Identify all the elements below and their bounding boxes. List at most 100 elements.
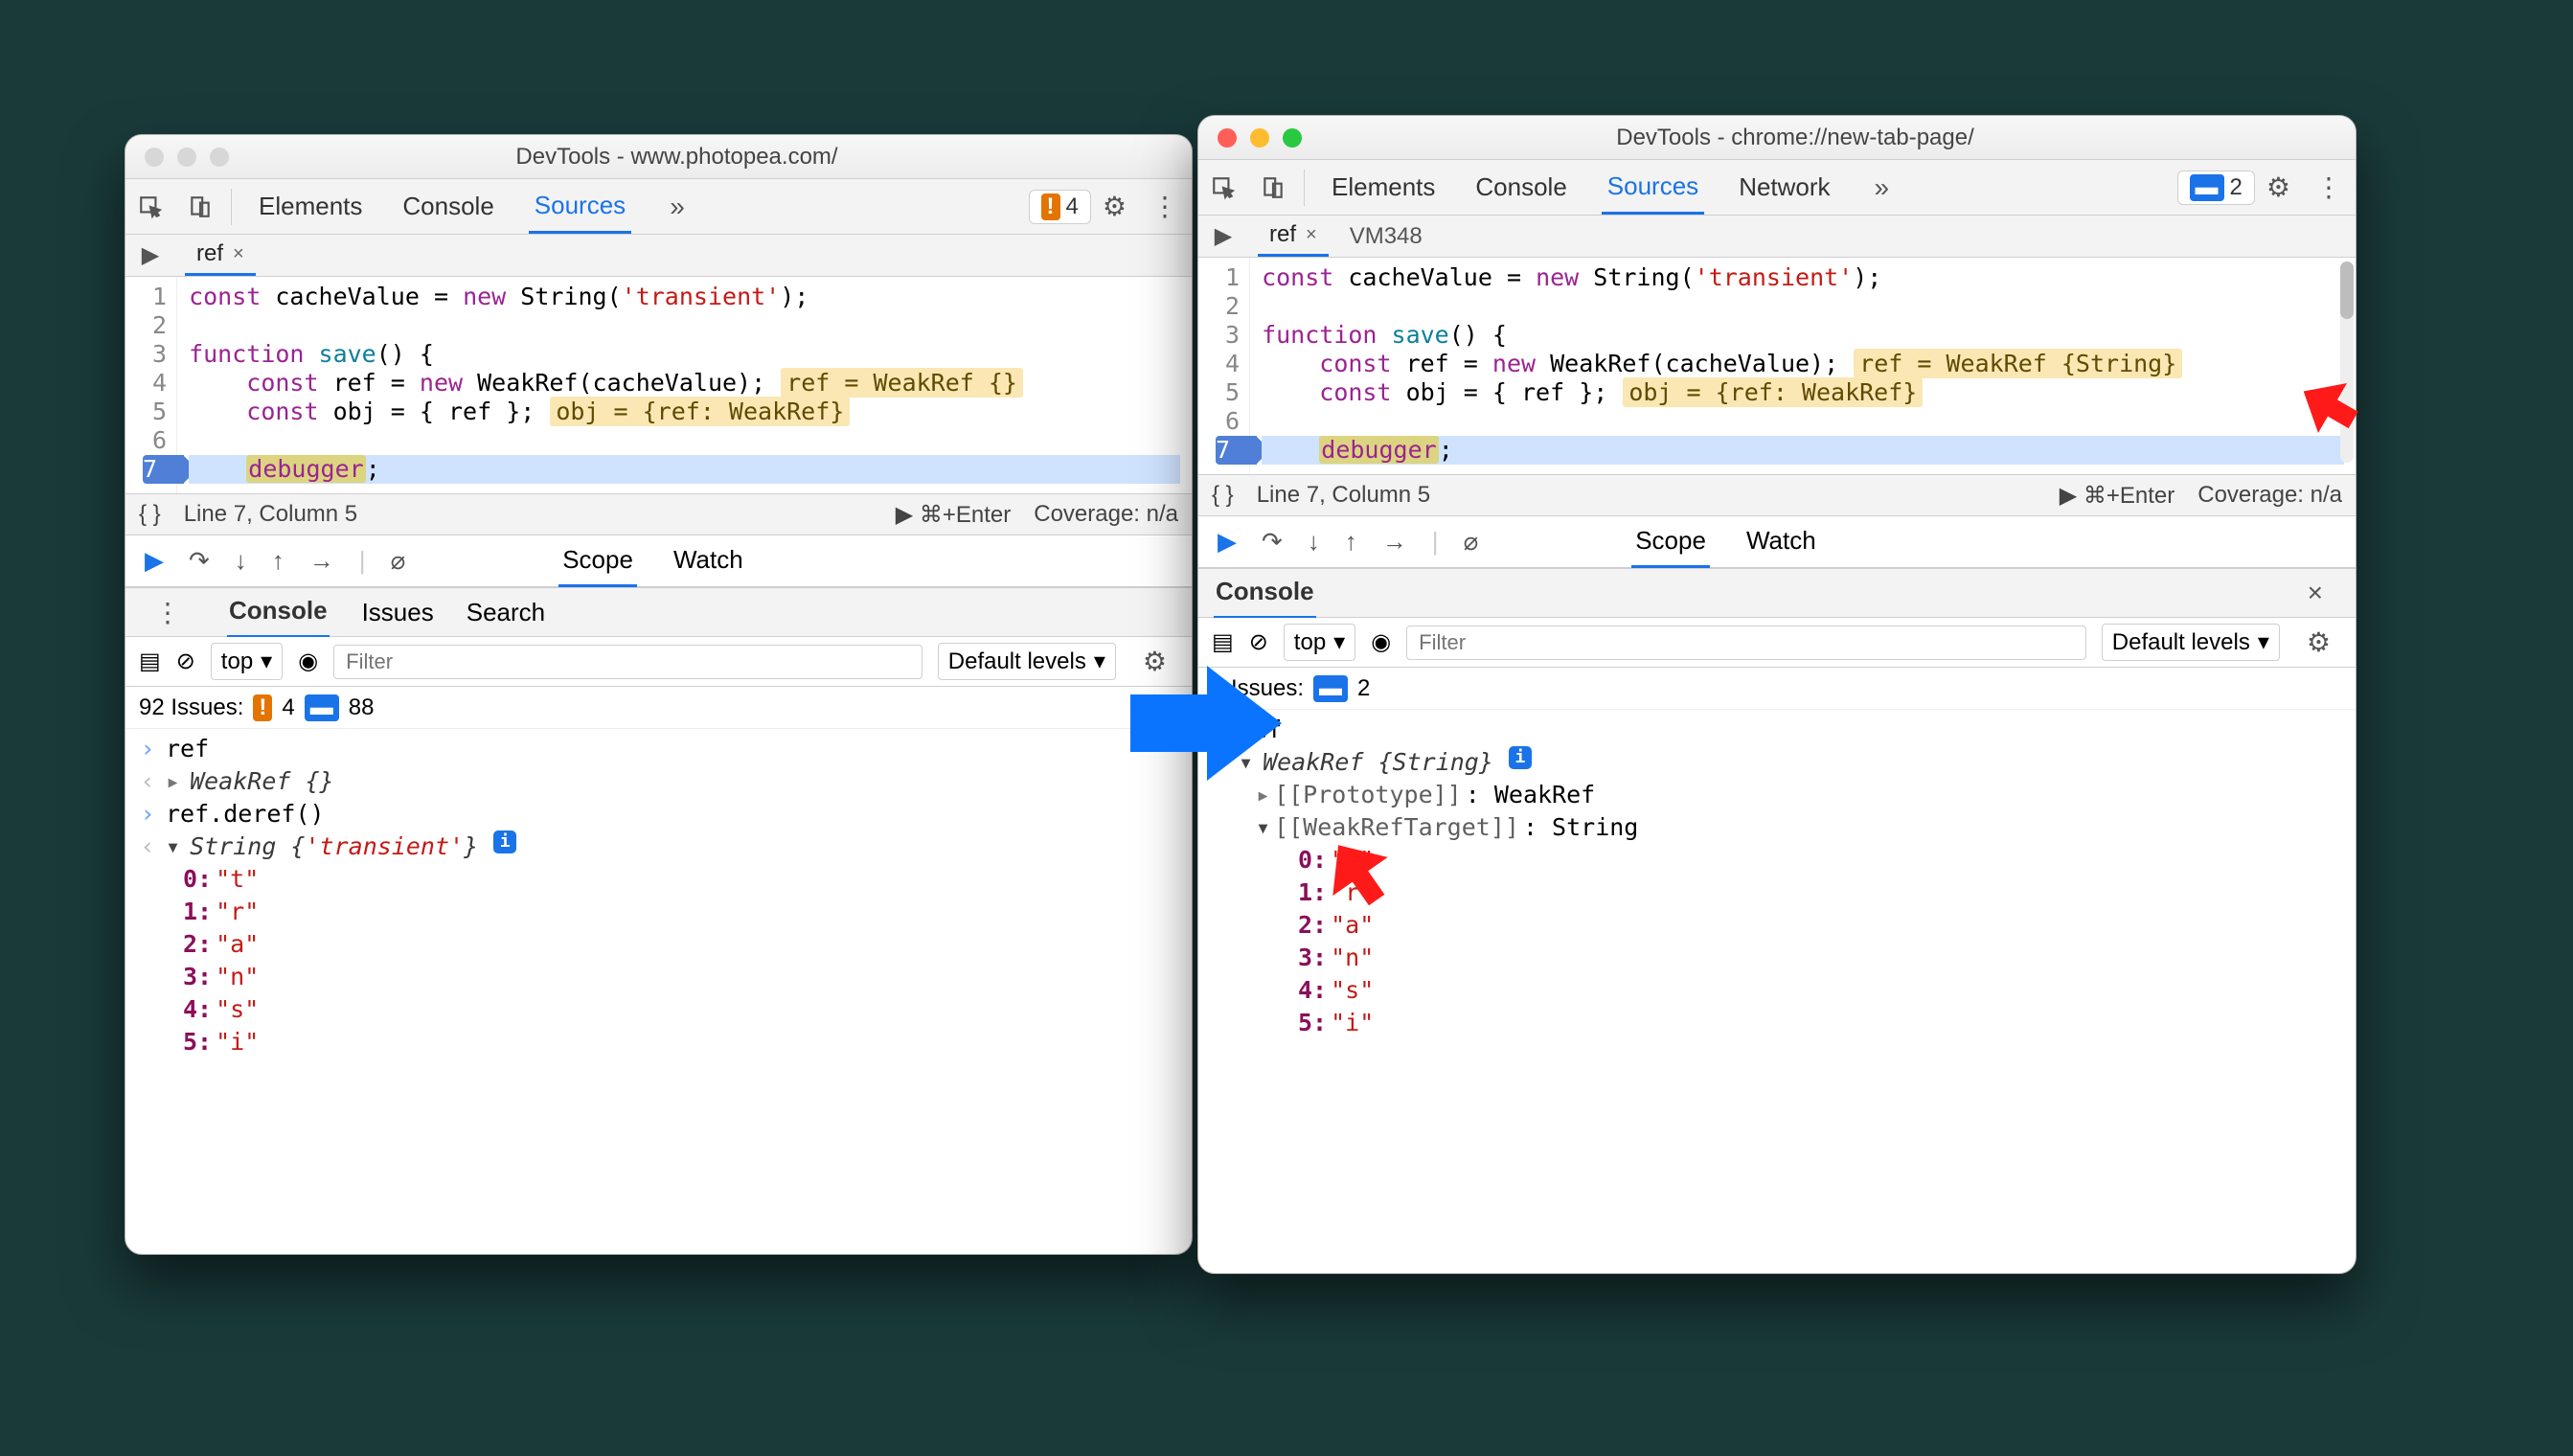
drawer-tab-console[interactable]: Console — [227, 586, 330, 638]
tab-console[interactable]: Console — [1469, 160, 1572, 215]
drawer-tab-issues[interactable]: Issues — [362, 598, 434, 627]
settings-icon[interactable]: ⚙ — [1091, 191, 1138, 222]
step-over-icon[interactable]: ↷ — [189, 546, 210, 576]
context-select[interactable]: top▾ — [211, 643, 283, 680]
titlebar: DevTools - chrome://new-tab-page/ — [1198, 116, 2356, 160]
tab-elements[interactable]: Elements — [253, 179, 368, 234]
drawer-tab-search[interactable]: Search — [467, 598, 545, 627]
info-icon[interactable]: i — [493, 830, 516, 853]
run-snippet-icon[interactable]: ▶ — [125, 241, 175, 269]
code-editor[interactable]: 1234567 const cacheValue = new String('t… — [1198, 258, 2356, 474]
log-levels-select[interactable]: Default levels▾ — [938, 643, 1116, 680]
panel-tabs: Elements Console Sources Network » — [1310, 160, 1914, 215]
annotation-arrow-icon — [1130, 661, 1284, 785]
console-toolbar: ▤ ⊘ top▾ ◉ Default levels▾ ⚙ — [1198, 618, 2356, 668]
more-tabs-icon[interactable]: » — [1865, 172, 1900, 203]
drawer-tab-console[interactable]: Console — [1214, 567, 1316, 619]
step-out-icon[interactable]: ↑ — [1345, 527, 1357, 557]
console-sidebar-icon[interactable]: ▤ — [139, 648, 161, 675]
step-into-icon[interactable]: ↓ — [1308, 527, 1320, 557]
clear-console-icon[interactable]: ⊘ — [176, 648, 195, 675]
resume-icon[interactable]: ▶ — [1218, 527, 1237, 557]
scroll-thumb[interactable] — [2340, 262, 2354, 319]
tab-watch[interactable]: Watch — [1742, 516, 1820, 568]
device-toggle-icon[interactable] — [175, 194, 225, 219]
step-out-icon[interactable]: ↑ — [272, 546, 285, 576]
file-tab-ref[interactable]: ref× — [185, 235, 256, 276]
tab-sources[interactable]: Sources — [1602, 160, 1704, 215]
step-icon[interactable]: → — [309, 546, 334, 576]
tab-elements[interactable]: Elements — [1326, 160, 1441, 215]
debugger-toolbar: ▶ ↷ ↓ ↑ → | ⌀ Scope Watch — [125, 535, 1192, 587]
drawer-tabs: Console × — [1198, 568, 2356, 618]
tab-scope[interactable]: Scope — [1631, 516, 1710, 568]
pretty-print-icon[interactable]: { } — [1212, 482, 1234, 509]
file-tab-vm[interactable]: VM348 — [1338, 217, 1434, 256]
log-levels-select[interactable]: Default levels▾ — [2102, 624, 2280, 661]
settings-icon[interactable]: ⚙ — [2255, 171, 2302, 203]
coverage-status: Coverage: n/a — [2197, 482, 2342, 509]
deactivate-breakpoints-icon[interactable]: ⌀ — [391, 546, 406, 576]
tab-network[interactable]: Network — [1733, 160, 1835, 215]
window-title: DevTools - www.photopea.com/ — [248, 144, 1192, 171]
cursor-position: Line 7, Column 5 — [184, 501, 357, 528]
console-output[interactable]: ref ▸WeakRef {} ref.deref() ▾String {'tr… — [125, 729, 1192, 1062]
traffic-lights[interactable] — [125, 148, 248, 167]
clear-console-icon[interactable]: ⊘ — [1249, 628, 1268, 656]
tab-sources[interactable]: Sources — [529, 179, 631, 234]
code-editor[interactable]: 1234567 const cacheValue = new String('t… — [125, 277, 1192, 493]
panel-tabs: Elements Console Sources » — [238, 179, 710, 234]
filter-input[interactable] — [1406, 626, 2086, 660]
run-shortcut: ▶ ⌘+Enter — [2060, 482, 2175, 510]
close-drawer-icon[interactable]: × — [2290, 578, 2340, 608]
window-title: DevTools - chrome://new-tab-page/ — [1321, 125, 2356, 151]
step-over-icon[interactable]: ↷ — [1262, 527, 1283, 557]
devtools-window-right: DevTools - chrome://new-tab-page/ Elemen… — [1197, 115, 2357, 1274]
console-settings-icon[interactable]: ⚙ — [2295, 626, 2342, 658]
console-toolbar: ▤ ⊘ top▾ ◉ Default levels▾ ⚙ — [125, 637, 1192, 687]
main-toolbar: Elements Console Sources Network » ▬2 ⚙ … — [1198, 160, 2356, 216]
menu-icon[interactable]: ⋮ — [1138, 191, 1192, 222]
issues-summary[interactable]: 92 Issues: !4 ▬88 — [125, 687, 1192, 729]
warning-icon: ! — [1041, 193, 1060, 220]
device-toggle-icon[interactable] — [1248, 175, 1298, 200]
inline-value-hint: obj = {ref: WeakRef} — [1623, 377, 1923, 407]
console-sidebar-icon[interactable]: ▤ — [1212, 628, 1234, 656]
context-select[interactable]: top▾ — [1284, 624, 1355, 661]
drawer-menu-icon[interactable]: ⋮ — [141, 597, 194, 628]
run-snippet-icon[interactable]: ▶ — [1198, 222, 1248, 250]
issues-badge[interactable]: !4 — [1029, 190, 1091, 224]
deactivate-breakpoints-icon[interactable]: ⌀ — [1464, 527, 1479, 557]
pretty-print-icon[interactable]: { } — [139, 501, 161, 528]
line-gutter: 1234567 — [1198, 258, 1250, 474]
inline-value-hint: ref = WeakRef {String} — [1854, 349, 2182, 378]
close-icon[interactable]: × — [1306, 224, 1317, 246]
annotation-red-arrow-icon — [2299, 379, 2366, 446]
editor-statusbar: { } Line 7, Column 5 ▶ ⌘+Enter Coverage:… — [1198, 474, 2356, 516]
live-expression-icon[interactable]: ◉ — [1371, 628, 1391, 656]
resume-icon[interactable]: ▶ — [145, 546, 164, 576]
debugger-toolbar: ▶ ↷ ↓ ↑ → | ⌀ Scope Watch — [1198, 516, 2356, 568]
traffic-lights[interactable] — [1198, 128, 1321, 148]
tab-console[interactable]: Console — [397, 179, 499, 234]
file-tabbar: ▶ ref× VM348 — [1198, 216, 2356, 258]
inline-value-hint: ref = WeakRef {} — [781, 368, 1023, 398]
tab-watch[interactable]: Watch — [670, 535, 747, 587]
filter-input[interactable] — [333, 645, 922, 679]
coverage-status: Coverage: n/a — [1034, 501, 1178, 528]
live-expression-icon[interactable]: ◉ — [298, 648, 318, 675]
info-icon[interactable]: i — [1509, 746, 1532, 769]
step-icon[interactable]: → — [1382, 527, 1407, 557]
drawer-tabs: ⋮ Console Issues Search — [125, 587, 1192, 637]
close-icon[interactable]: × — [233, 243, 244, 265]
inspect-icon[interactable] — [1198, 175, 1248, 200]
file-tab-ref[interactable]: ref× — [1258, 216, 1329, 257]
issues-badge[interactable]: ▬2 — [2177, 171, 2255, 205]
more-tabs-icon[interactable]: » — [660, 192, 694, 222]
tab-scope[interactable]: Scope — [558, 535, 637, 587]
step-into-icon[interactable]: ↓ — [235, 546, 247, 576]
annotation-red-arrow-icon — [1322, 843, 1399, 920]
inspect-icon[interactable] — [125, 194, 175, 219]
issues-summary[interactable]: 2 Issues: ▬2 — [1198, 668, 2356, 710]
menu-icon[interactable]: ⋮ — [2302, 171, 2356, 203]
